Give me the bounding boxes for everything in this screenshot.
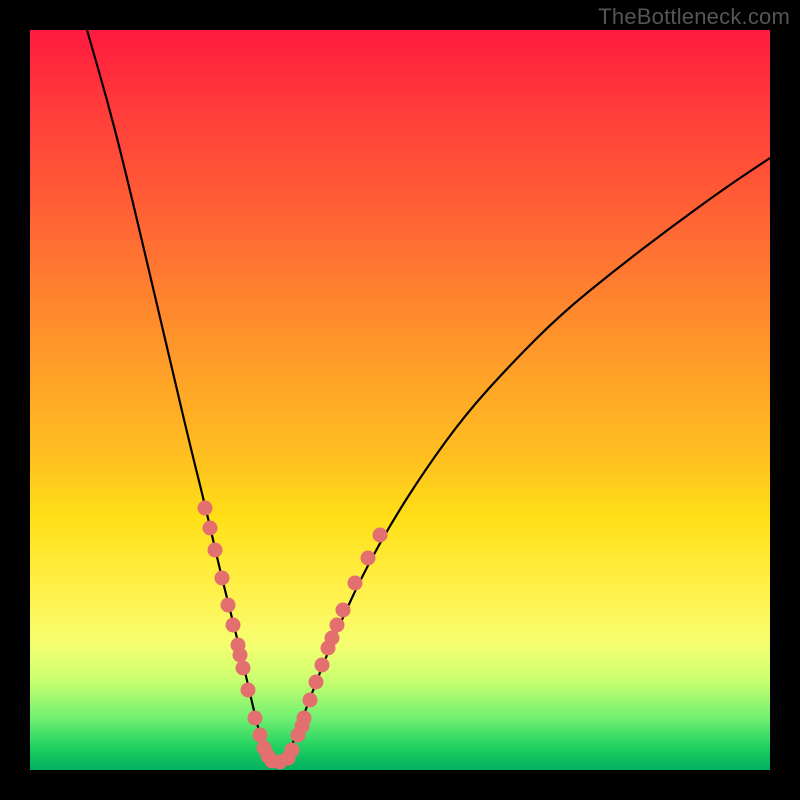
right-curve	[285, 158, 770, 762]
data-marker	[221, 598, 236, 613]
data-marker	[241, 683, 256, 698]
markers-group	[198, 501, 388, 770]
data-marker	[208, 543, 223, 558]
data-marker	[373, 528, 388, 543]
data-marker	[226, 618, 241, 633]
data-marker	[198, 501, 213, 516]
data-marker	[309, 675, 324, 690]
data-marker	[203, 521, 218, 536]
data-marker	[330, 618, 345, 633]
data-marker	[348, 576, 363, 591]
data-marker	[285, 743, 300, 758]
data-marker	[325, 631, 340, 646]
data-marker	[233, 648, 248, 663]
data-marker	[303, 693, 318, 708]
curves-svg	[30, 30, 770, 770]
watermark-text: TheBottleneck.com	[598, 4, 790, 30]
data-marker	[236, 661, 251, 676]
data-marker	[248, 711, 263, 726]
data-marker	[361, 551, 376, 566]
data-marker	[253, 728, 268, 743]
chart-frame: TheBottleneck.com	[0, 0, 800, 800]
data-marker	[336, 603, 351, 618]
plot-area	[30, 30, 770, 770]
data-marker	[215, 571, 230, 586]
data-marker	[295, 719, 310, 734]
data-marker	[315, 658, 330, 673]
